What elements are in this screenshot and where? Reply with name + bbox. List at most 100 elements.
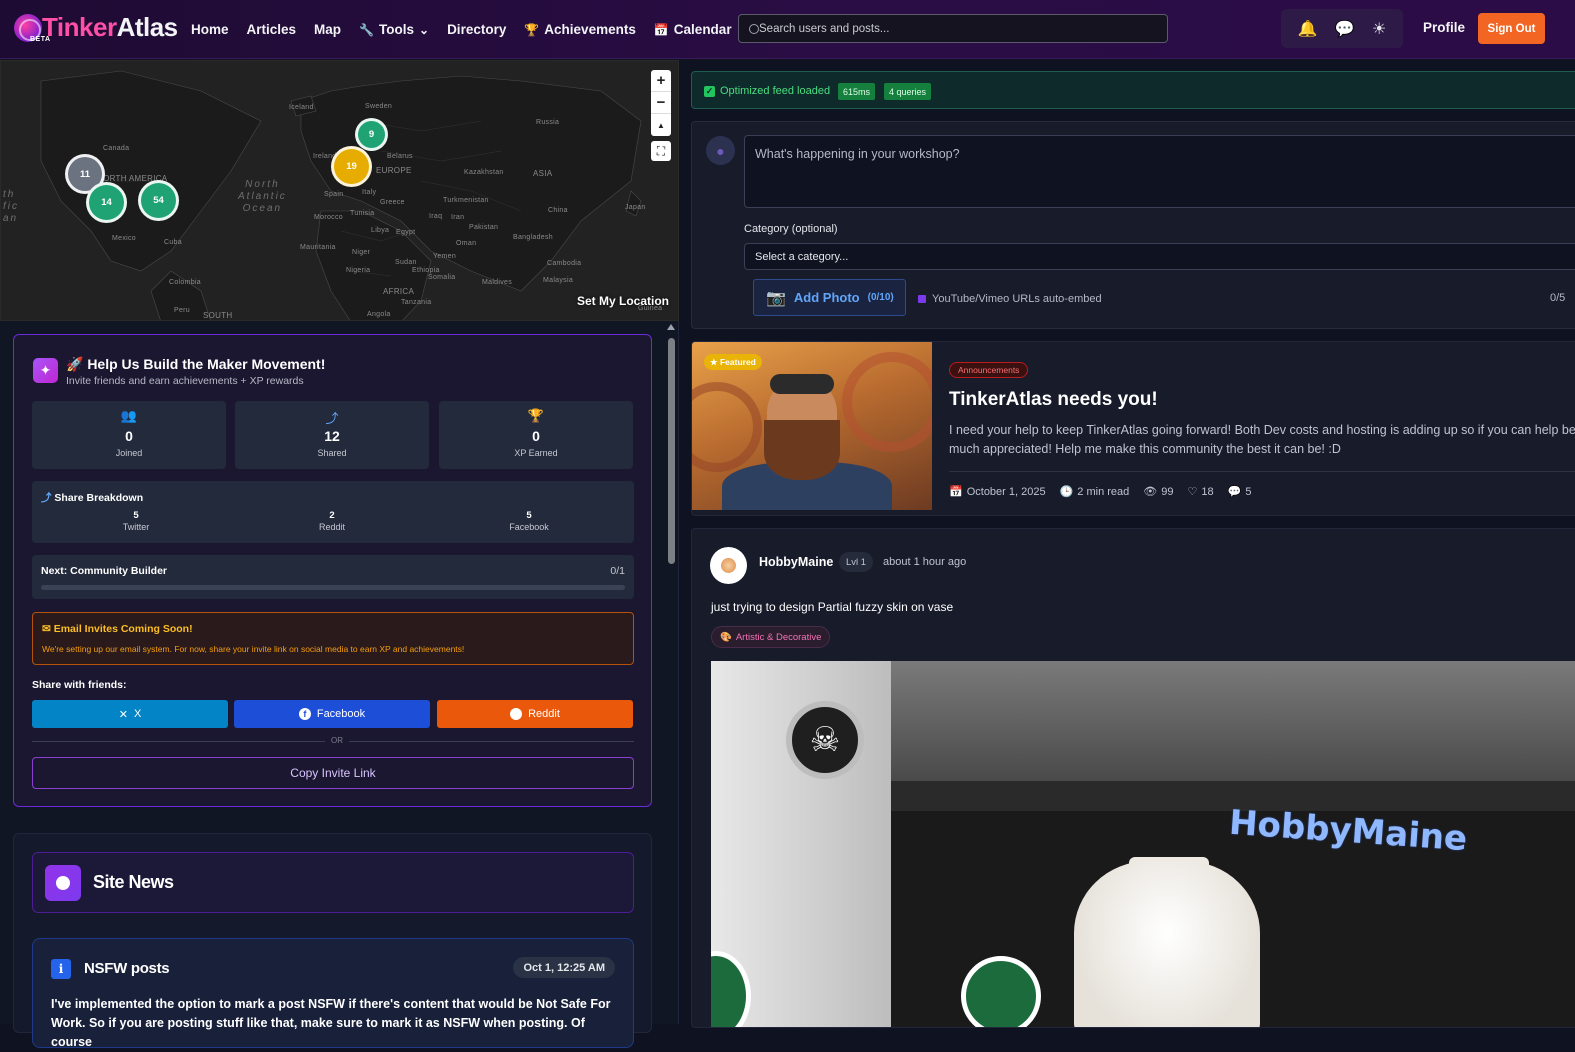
- beta-badge: BETA: [30, 36, 51, 43]
- nav-articles[interactable]: Articles: [247, 22, 297, 37]
- post-category-tag[interactable]: 🎨 Artistic & Decorative: [711, 626, 831, 648]
- share-with-label: Share with friends:: [32, 679, 127, 691]
- map-cluster[interactable]: 9: [355, 118, 388, 151]
- nav-home[interactable]: Home: [191, 22, 229, 37]
- next-achievement-count: 0/1: [610, 565, 625, 577]
- bell-icon[interactable]: 🔔: [1298, 19, 1318, 39]
- post-image[interactable]: ☠ HobbyMaine: [711, 661, 1575, 1027]
- invite-subtitle: Invite friends and earn achievements + X…: [66, 375, 304, 387]
- feed-post: HobbyMaine Lvl 1 about 1 hour ago just t…: [691, 528, 1575, 1028]
- feed-status-banner: ✓ Optimized feed loaded 615ms 4 queries: [691, 71, 1575, 109]
- nav-directory[interactable]: Directory: [447, 22, 506, 37]
- next-achievement-label: Next: Community Builder: [41, 565, 168, 577]
- map-label: SOUTH: [203, 311, 233, 320]
- logo-text: TinkerAtlas: [42, 12, 178, 42]
- site-news-title: Site News: [93, 872, 174, 892]
- post-username[interactable]: HobbyMaine: [759, 555, 833, 569]
- sidebar-scrollbar[interactable]: [666, 324, 677, 1024]
- profile-link[interactable]: Profile: [1423, 20, 1465, 35]
- fullscreen-icon[interactable]: ⛶: [651, 141, 671, 161]
- query-count-badge: 4 queries: [884, 83, 932, 100]
- map-label: Russia: [536, 119, 560, 126]
- view-count: 👁 99: [1143, 485, 1174, 499]
- news-item[interactable]: i NSFW posts Oct 1, 12:25 AM I've implem…: [32, 938, 634, 1049]
- share-facebook-button[interactable]: f Facebook: [234, 700, 430, 728]
- add-photo-button[interactable]: 📷 Add Photo (0/10): [753, 279, 906, 316]
- map-label: Cambodia: [547, 260, 582, 267]
- scroll-up-arrow-icon[interactable]: [667, 324, 675, 330]
- compass-reset-button[interactable]: ▲: [651, 114, 671, 136]
- map-label: Tunisia: [350, 210, 375, 217]
- category-badge[interactable]: Announcements: [949, 362, 1029, 378]
- map-label: Egypt: [396, 229, 416, 236]
- map-label: ASIA: [533, 169, 553, 178]
- world-map[interactable]: Iceland Sweden Russia Canada Ireland Bel…: [0, 60, 679, 321]
- scrollbar-thumb[interactable]: [668, 338, 675, 564]
- copy-invite-link-button[interactable]: Copy Invite Link: [32, 757, 634, 789]
- map-cluster[interactable]: 19: [331, 146, 372, 187]
- featured-article-card[interactable]: ★ Featured Announcements TinkerAtlas nee…: [691, 341, 1575, 516]
- load-time-badge: 615ms: [838, 83, 876, 100]
- palette-icon: 🎨: [720, 631, 732, 643]
- email-invites-notice: ✉ Email Invites Coming Soon! We're setti…: [32, 612, 634, 665]
- breakdown-title: ⤴ Share Breakdown: [41, 492, 144, 504]
- breakdown-reddit: 2 Reddit: [318, 510, 345, 532]
- users-icon: 👥: [120, 408, 138, 423]
- site-news-header: Site News: [32, 852, 634, 913]
- zoom-out-button[interactable]: −: [651, 92, 671, 114]
- invite-card: ✦ 🚀 Help Us Build the Maker Movement! In…: [13, 334, 652, 807]
- share-reddit-button[interactable]: Reddit: [437, 700, 633, 728]
- featured-badge: ★ Featured: [704, 354, 762, 370]
- news-item-date: Oct 1, 12:25 AM: [513, 957, 615, 978]
- sign-out-button[interactable]: Sign Out: [1478, 13, 1545, 44]
- next-achievement: Next: Community Builder 0/1: [32, 555, 634, 599]
- facebook-icon: f: [298, 708, 311, 720]
- sun-icon[interactable]: ☀: [1372, 19, 1386, 39]
- map-label: Kazakhstan: [464, 169, 504, 176]
- breakdown-facebook: 5 Facebook: [509, 510, 549, 532]
- skull-icon: ☠: [786, 701, 864, 779]
- char-counter: 0/5: [1550, 292, 1566, 304]
- article-title[interactable]: TinkerAtlas needs you!: [949, 389, 1158, 411]
- share-icon: ⤴: [325, 411, 339, 426]
- nav-tools[interactable]: 🔧 Tools ⌄: [359, 22, 429, 37]
- stat-value: 12: [324, 428, 340, 444]
- breakdown-twitter: 5 Twitter: [122, 510, 150, 532]
- map-label: Turkmenistan: [443, 197, 489, 204]
- post-input[interactable]: [744, 135, 1575, 208]
- map-ocean-label: North Atlantic Ocean: [238, 179, 287, 214]
- chat-icon[interactable]: 💬: [1335, 19, 1355, 39]
- divider: [949, 471, 1575, 472]
- share-breakdown: ⤴ Share Breakdown 5 Twitter 2 Reddit 5 Face…: [32, 481, 634, 543]
- map-label: Iran: [451, 214, 465, 221]
- nav-achievements[interactable]: 🏆 Achievements: [524, 22, 636, 37]
- map-cluster[interactable]: 14: [86, 182, 127, 223]
- search-box[interactable]: [738, 14, 1168, 43]
- eye-icon: 👁: [1143, 486, 1158, 498]
- category-select[interactable]: Select a category...: [744, 243, 1575, 270]
- nav-links: Home Articles Map 🔧 Tools ⌄ Directory 🏆 Ach…: [191, 0, 750, 59]
- avatar[interactable]: [710, 547, 747, 584]
- zoom-in-button[interactable]: +: [651, 70, 671, 92]
- mail-icon: ✉: [42, 623, 54, 635]
- set-location-button[interactable]: Set My Location: [577, 294, 669, 308]
- map-label: Angola: [367, 311, 391, 318]
- nav-calendar[interactable]: 📅 Calendar: [654, 22, 732, 37]
- search-icon: [749, 23, 759, 34]
- heart-icon: ♡: [1187, 486, 1198, 498]
- stat-shared: ⤴ 12 Shared: [235, 401, 429, 469]
- level-badge: Lvl 1: [839, 552, 874, 572]
- x-icon: ✕: [118, 708, 128, 721]
- gear-icon: [692, 382, 762, 472]
- logo[interactable]: BETA TinkerAtlas: [14, 12, 178, 43]
- search-input[interactable]: [759, 22, 1139, 35]
- stat-value: 0: [125, 428, 133, 444]
- share-icon: ⤴: [41, 492, 55, 504]
- invite-title: 🚀 Help Us Build the Maker Movement!: [66, 356, 326, 372]
- map-zoom-controls: + − ▲: [651, 70, 671, 136]
- map-cluster[interactable]: 54: [138, 180, 179, 221]
- map-ocean-label: th fic an: [3, 189, 19, 224]
- nav-map[interactable]: Map: [314, 22, 341, 37]
- share-x-button[interactable]: ✕ X: [32, 700, 228, 728]
- embed-note: YouTube/Vimeo URLs auto-embed: [918, 293, 1102, 305]
